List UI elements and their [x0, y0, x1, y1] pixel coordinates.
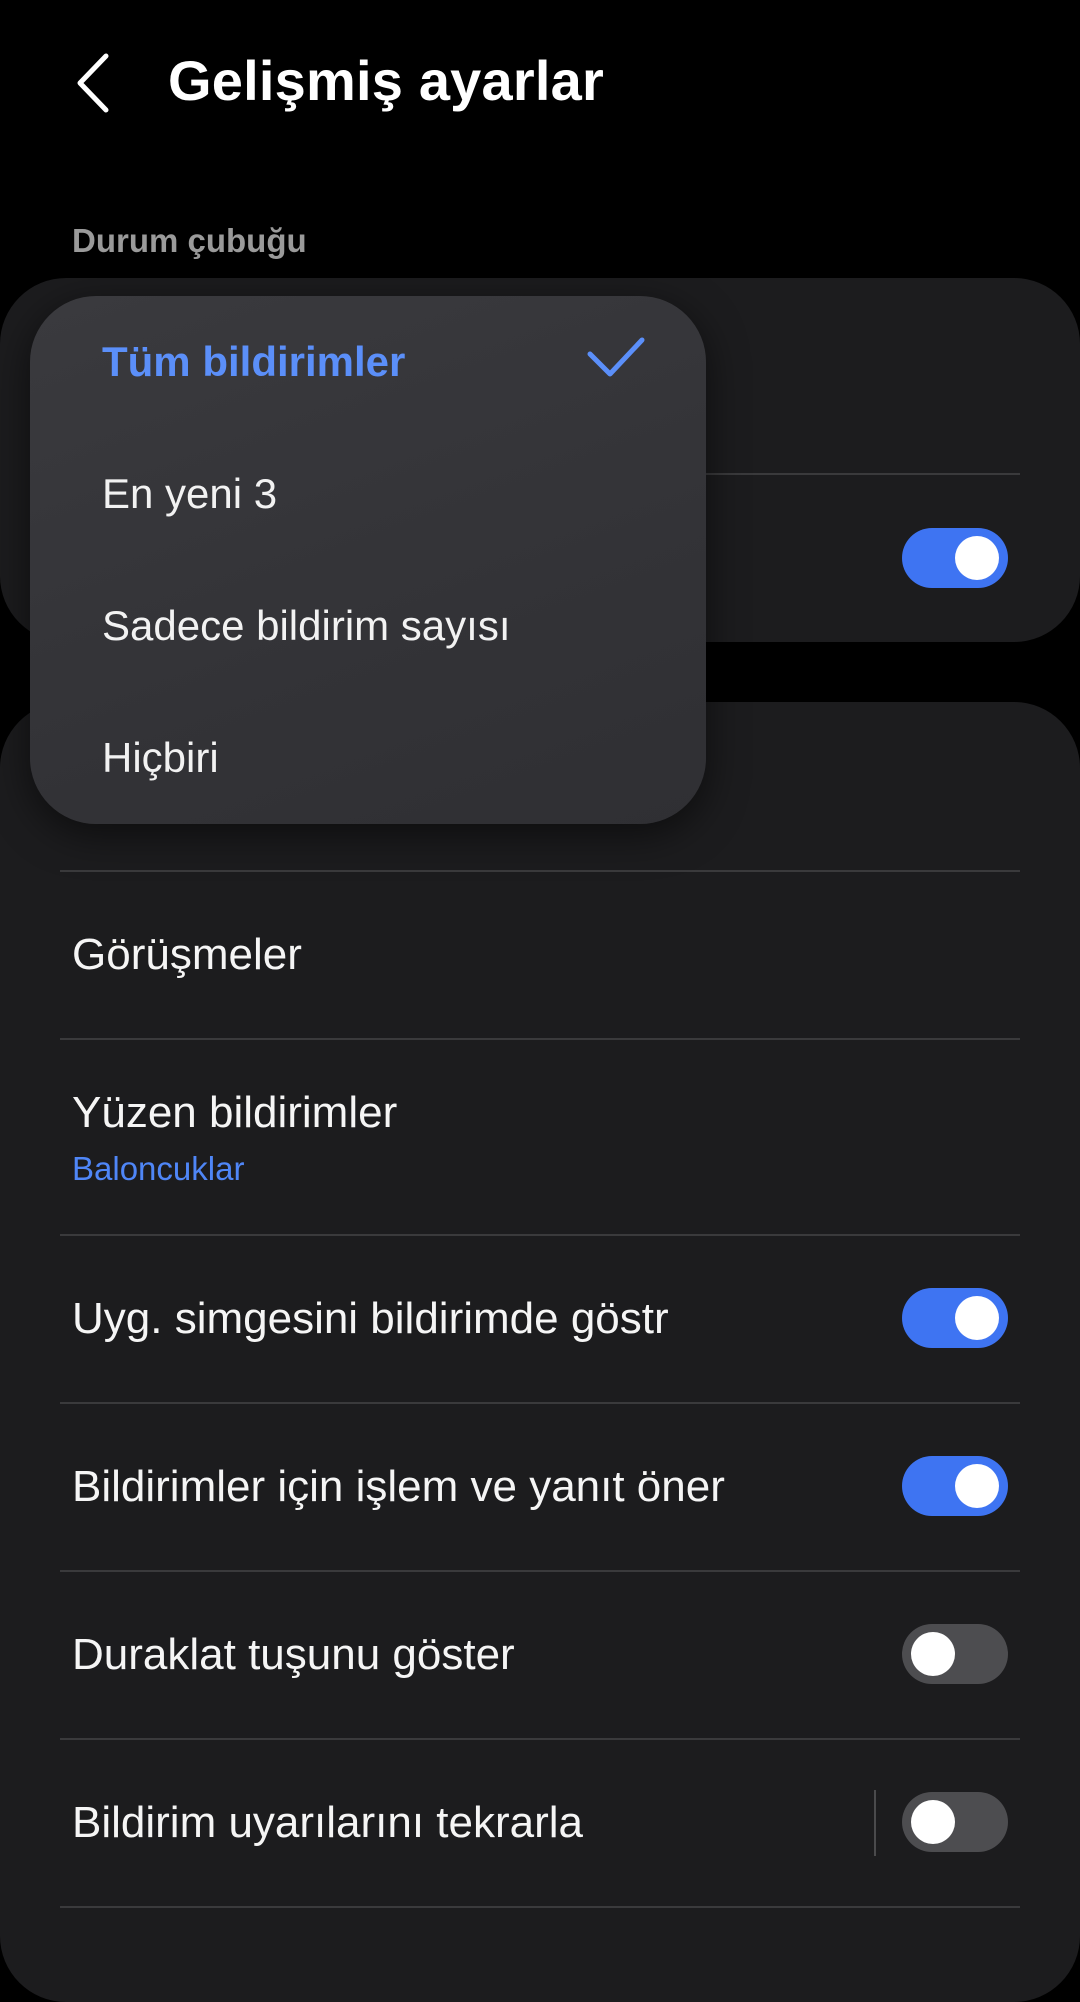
app-bar: Gelişmiş ayarlar: [0, 0, 1080, 170]
divider: [60, 1906, 1020, 1908]
status-bar-options-dropdown: Tüm bildirimler En yeni 3 Sadece bildiri…: [30, 296, 706, 824]
toggle-knob: [911, 1800, 955, 1844]
vertical-separator: [874, 1790, 876, 1856]
setting-repeat-alerts-label[interactable]: Bildirim uyarılarını tekrarla: [72, 1798, 583, 1848]
toggle-knob: [955, 1464, 999, 1508]
toggle-knob: [955, 1296, 999, 1340]
divider: [60, 870, 1020, 872]
setting-conversations[interactable]: Görüşmeler: [72, 930, 302, 980]
app-icon-toggle[interactable]: [902, 1288, 1008, 1348]
toggle-knob: [911, 1632, 955, 1676]
divider: [60, 1570, 1020, 1572]
divider: [60, 1038, 1020, 1040]
option-count-only[interactable]: Sadece bildirim sayısı: [102, 602, 511, 650]
setting-snooze-button-label: Duraklat tuşunu göster: [72, 1630, 515, 1679]
checkmark-icon: [587, 337, 645, 377]
setting-floating-notifications[interactable]: Yüzen bildirimler: [72, 1088, 397, 1138]
setting-app-icon-label: Uyg. simgesini bildirimde göstr: [72, 1294, 669, 1343]
divider: [60, 1402, 1020, 1404]
suggest-actions-toggle[interactable]: [902, 1456, 1008, 1516]
option-all-notifications[interactable]: Tüm bildirimler: [102, 338, 405, 386]
option-newest-3[interactable]: En yeni 3: [102, 470, 277, 518]
page-title: Gelişmiş ayarlar: [168, 49, 604, 112]
section-label-status-bar: Durum çubuğu: [72, 222, 307, 259]
setting-floating-notifications-value: Baloncuklar: [72, 1150, 245, 1187]
option-none[interactable]: Hiçbiri: [102, 734, 219, 782]
status-bar-hidden-row-toggle[interactable]: [902, 528, 1008, 588]
divider: [60, 1234, 1020, 1236]
back-arrow-icon: [77, 53, 109, 113]
toggle-knob: [955, 536, 999, 580]
setting-suggest-actions-label: Bildirimler için işlem ve yanıt öner: [72, 1462, 725, 1511]
back-button[interactable]: [66, 48, 126, 118]
snooze-button-toggle[interactable]: [902, 1624, 1008, 1684]
repeat-alerts-toggle[interactable]: [902, 1792, 1008, 1852]
divider: [60, 1738, 1020, 1740]
